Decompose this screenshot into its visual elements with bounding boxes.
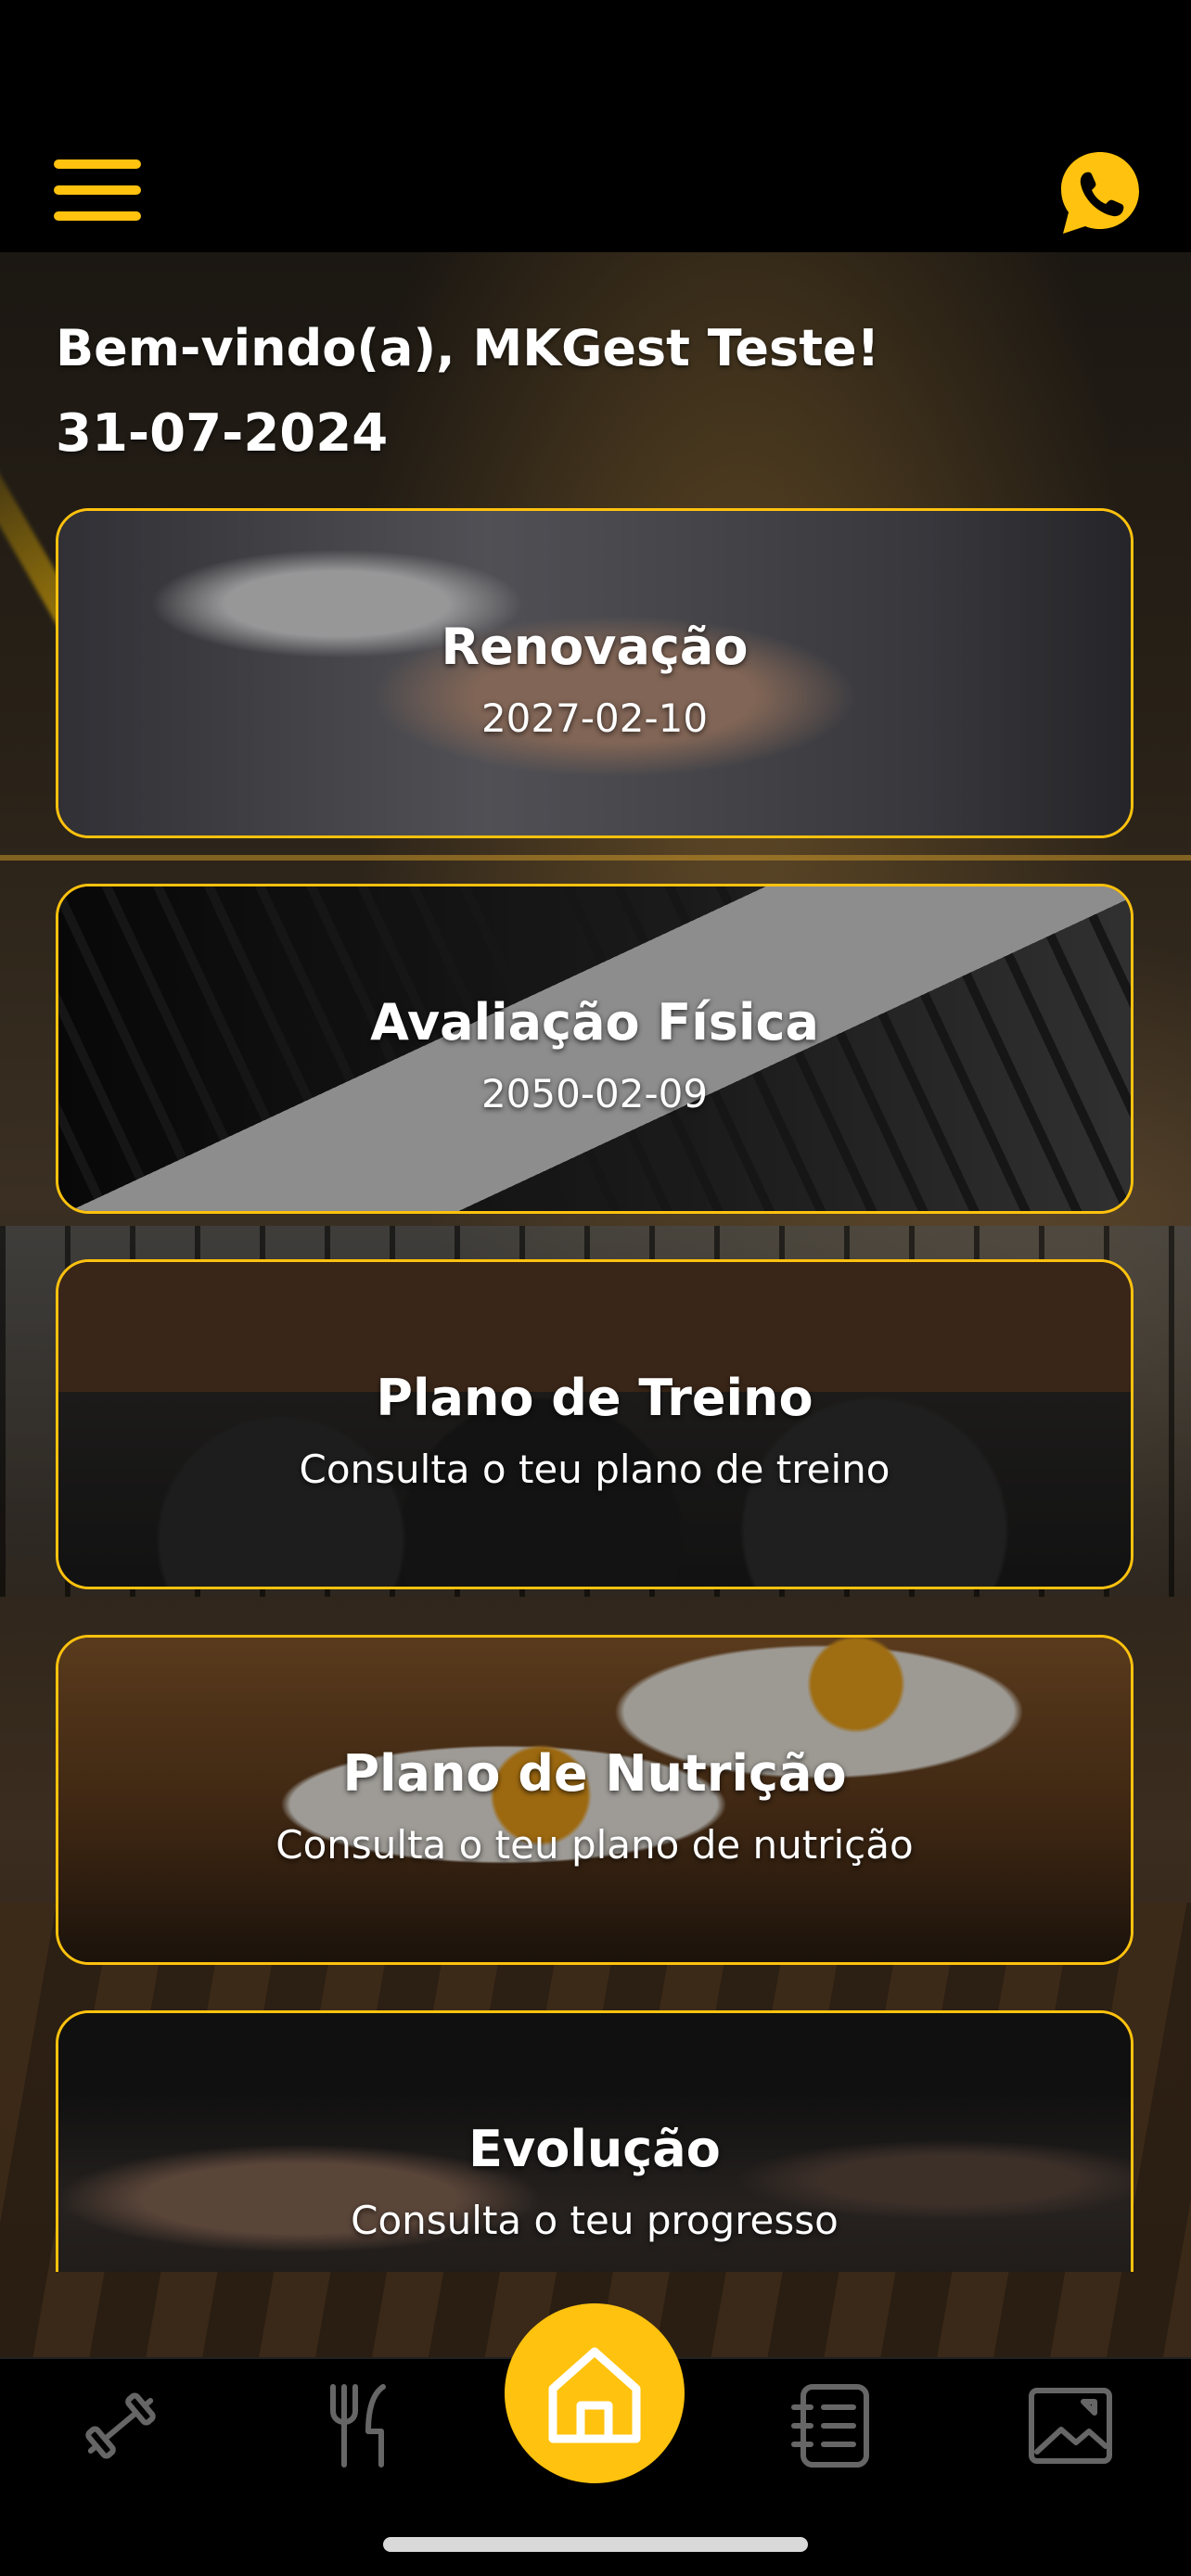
card-evolucao[interactable]: Evolução Consulta o teu progresso [56,2010,1133,2272]
card-title: Avaliação Física [370,993,819,1052]
card-subtitle: Consulta o teu plano de treino [299,1447,890,1492]
nav-workout-button[interactable] [74,2379,167,2472]
card-renovacao[interactable]: Renovação 2027-02-10 [56,508,1133,838]
current-date: 31-07-2024 [56,403,389,464]
home-icon [548,2347,641,2443]
app-screen: Bem-vindo(a), MKGest Teste! 31-07-2024 R… [0,0,1191,2576]
card-title: Plano de Treino [376,1369,813,1427]
card-title: Plano de Nutrição [342,1744,847,1803]
card-subtitle: 2050-02-09 [480,1071,709,1116]
whatsapp-icon[interactable] [1056,148,1145,237]
card-avaliacao-fisica[interactable]: Avaliação Física 2050-02-09 [56,884,1133,1214]
nav-nutrition-button[interactable] [311,2379,403,2472]
nav-plans-button[interactable] [787,2379,879,2472]
card-subtitle: 2027-02-10 [480,695,709,741]
cards-list: Renovação 2027-02-10 Avaliação Física 20… [0,501,1191,2272]
checklist-icon [791,2384,869,2468]
welcome-greeting: Bem-vindo(a), MKGest Teste! [56,319,880,377]
nav-home-button[interactable] [505,2303,685,2483]
card-title: Evolução [468,2120,721,2178]
home-indicator-bar [383,2537,808,2552]
fork-knife-icon [330,2384,386,2468]
card-title: Renovação [441,618,749,676]
nav-gallery-button[interactable] [1024,2379,1117,2472]
card-subtitle: Consulta o teu progresso [351,2198,839,2243]
dumbbell-icon [85,2392,156,2459]
card-plano-treino[interactable]: Plano de Treino Consulta o teu plano de … [56,1259,1133,1589]
card-subtitle: Consulta o teu plano de nutrição [275,1822,914,1868]
top-bar [0,0,1191,252]
gallery-icon [1029,2388,1112,2464]
hamburger-menu-icon[interactable] [54,159,141,221]
card-plano-nutricao[interactable]: Plano de Nutrição Consulta o teu plano d… [56,1635,1133,1965]
